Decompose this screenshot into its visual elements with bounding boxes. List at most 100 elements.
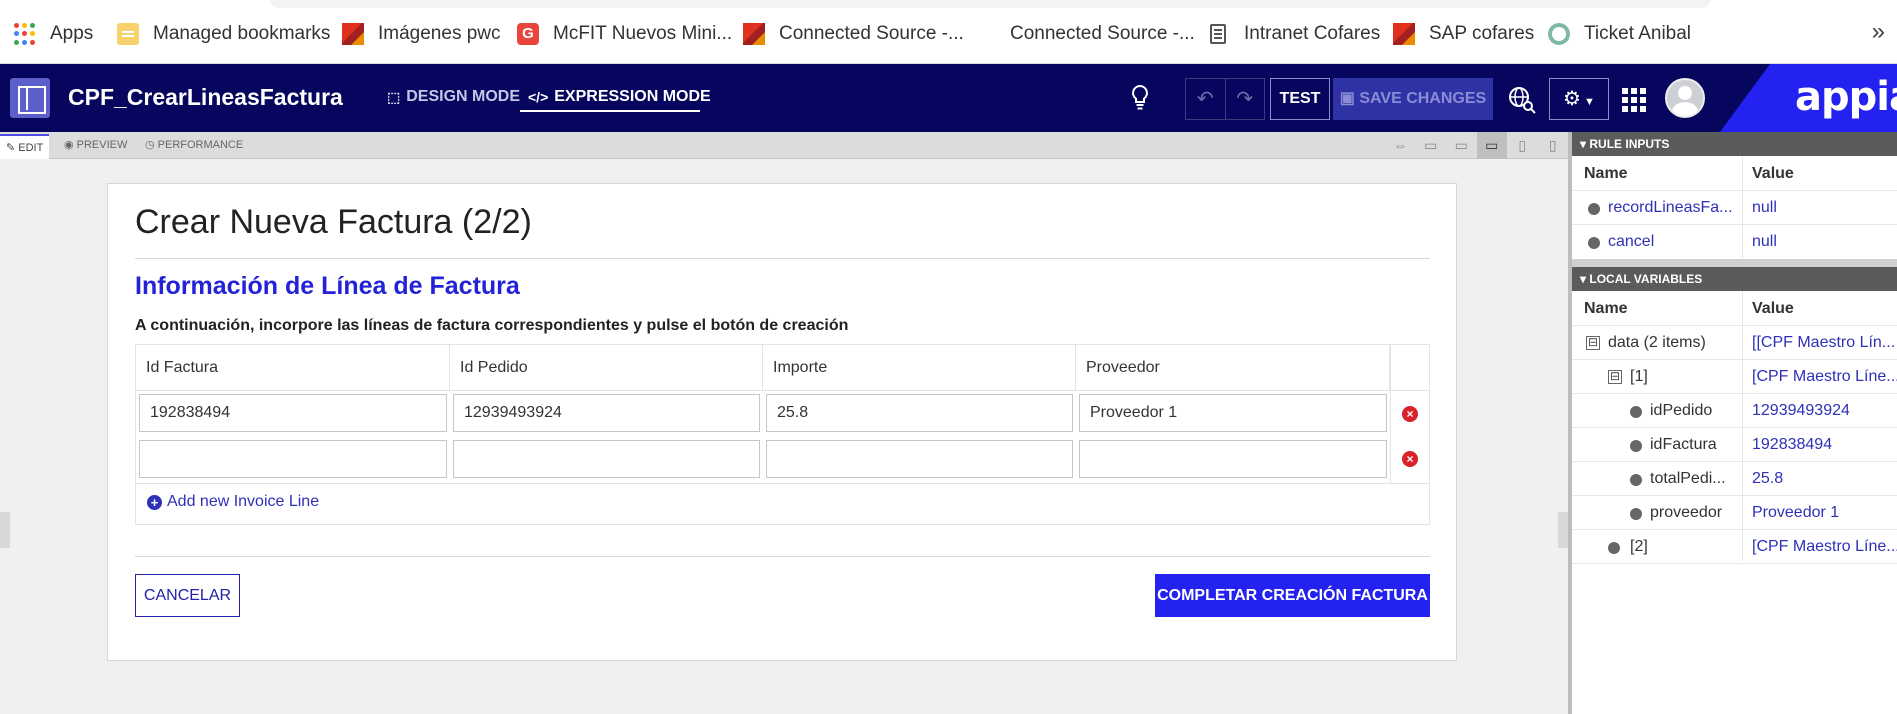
bullet-icon <box>1630 440 1642 452</box>
remove-row-icon[interactable]: × <box>1402 406 1418 422</box>
importe-field[interactable] <box>766 440 1073 478</box>
test-button[interactable]: TEST <box>1270 78 1330 120</box>
bookmark-managed[interactable]: Managed bookmarks <box>117 22 330 46</box>
collapse-icon[interactable]: ⊟ <box>1586 336 1600 350</box>
pwc-icon <box>743 23 765 45</box>
bookmark-label: Connected Source -... <box>779 23 964 44</box>
desktop-icon[interactable]: ▭ <box>1446 132 1477 159</box>
variable-value[interactable]: [CPF Maestro Líne... <box>1752 538 1897 556</box>
tab-preview[interactable]: ◉ PREVIEW <box>64 138 127 151</box>
rule-input-value[interactable]: null <box>1752 233 1777 251</box>
section-splitter[interactable] <box>1572 259 1897 267</box>
id-factura-field[interactable]: 192838494 <box>139 394 447 432</box>
local-variable-row: totalPedi... 25.8 <box>1572 461 1897 495</box>
appian-logo: appian <box>1795 74 1897 120</box>
variable-name: proveedor <box>1650 504 1723 521</box>
grid-divider <box>136 483 1429 484</box>
tablet-icon[interactable]: ▯ <box>1507 132 1538 159</box>
bookmark-imagenes-pwc[interactable]: Imágenes pwc <box>342 22 501 46</box>
variable-value[interactable]: 12939493924 <box>1752 402 1850 420</box>
address-bar-edge <box>270 0 1710 8</box>
add-invoice-line-link[interactable]: + Add new Invoice Line <box>147 493 319 511</box>
caret-down-icon: ▼ <box>1580 96 1595 108</box>
add-invoice-line-label: Add new Invoice Line <box>167 493 320 510</box>
bookmark-ticket-anibal[interactable]: Ticket Anibal <box>1548 22 1691 46</box>
user-avatar[interactable] <box>1665 78 1705 118</box>
expression-mode-label: EXPRESSION MODE <box>554 88 711 105</box>
bookmark-apps[interactable]: Apps <box>14 22 93 46</box>
proveedor-field[interactable]: Proveedor 1 <box>1079 394 1387 432</box>
variable-value[interactable]: [[CPF Maestro Lín... <box>1752 334 1895 352</box>
bookmark-label: Managed bookmarks <box>153 23 331 44</box>
bookmark-intranet-cofares[interactable]: Intranet Cofares <box>1210 22 1380 46</box>
undo-icon[interactable]: ↶ <box>1186 79 1225 119</box>
collapse-icon[interactable]: ⊟ <box>1608 370 1622 384</box>
laptop-icon[interactable]: ▭ <box>1476 132 1507 159</box>
app-launcher-icon[interactable] <box>1622 88 1646 112</box>
bookmarks-bar: Apps Managed bookmarks Imágenes pwc G Mc… <box>0 0 1897 64</box>
bullet-icon <box>1588 237 1600 249</box>
bookmark-label: Apps <box>50 23 94 44</box>
variable-value[interactable]: [CPF Maestro Líne... <box>1752 368 1897 386</box>
local-variable-row: proveedor Proveedor 1 <box>1572 495 1897 529</box>
bookmark-label: Imágenes pwc <box>378 23 501 44</box>
design-mode-tab[interactable]: ⬚ DESIGN MODE <box>387 88 520 106</box>
importe-field[interactable]: 25.8 <box>766 394 1073 432</box>
bookmark-mcfit[interactable]: G McFIT Nuevos Mini... <box>517 22 732 46</box>
rule-input-name[interactable]: cancel <box>1608 233 1738 251</box>
variable-value[interactable]: 192838494 <box>1752 436 1832 454</box>
form-title: Crear Nueva Factura (2/2) <box>135 203 532 241</box>
design-mode-label: DESIGN MODE <box>406 88 521 105</box>
left-panel-toggle[interactable] <box>0 512 10 548</box>
variable-value[interactable]: Proveedor 1 <box>1752 504 1839 522</box>
redo-icon[interactable]: ↷ <box>1224 79 1265 119</box>
right-panel-toggle[interactable] <box>1558 512 1568 548</box>
gear-icon: ⚙ <box>1563 88 1581 110</box>
expression-mode-tab[interactable]: </> EXPRESSION MODE <box>528 88 711 106</box>
id-factura-field[interactable] <box>139 440 447 478</box>
lightbulb-icon[interactable] <box>1130 84 1150 112</box>
device-preview-toggles: ⇔ ▭ ▭ ▭ ▯ ▯ <box>1385 132 1568 159</box>
id-pedido-field[interactable] <box>453 440 760 478</box>
name-column-header: Name <box>1584 300 1628 317</box>
variable-name: totalPedi... <box>1650 470 1726 487</box>
rule-input-value[interactable]: null <box>1752 199 1777 217</box>
tab-edit[interactable]: ✎ EDIT <box>0 134 50 159</box>
phone-icon[interactable]: ▯ <box>1538 132 1569 159</box>
local-variables-header[interactable]: ▾ LOCAL VARIABLES <box>1572 267 1897 291</box>
document-icon <box>1210 24 1226 44</box>
tab-edit-label: EDIT <box>18 142 44 154</box>
bookmark-connected-source-1[interactable]: Connected Source -... <box>743 22 964 46</box>
tab-performance[interactable]: ◷ PERFORMANCE <box>145 138 243 151</box>
name-column-header: Name <box>1584 165 1628 182</box>
fit-width-icon[interactable]: ⇔ <box>1385 132 1416 159</box>
bullet-icon <box>1630 406 1642 418</box>
rule-inputs-header[interactable]: ▾ RULE INPUTS <box>1572 132 1897 156</box>
local-variable-row: [2] [CPF Maestro Líne... <box>1572 529 1897 563</box>
local-variables-title: LOCAL VARIABLES <box>1589 272 1703 286</box>
column-header: Importe <box>763 345 1076 391</box>
save-changes-button[interactable]: ▣ SAVE CHANGES <box>1333 78 1493 120</box>
variable-name: idPedido <box>1650 402 1713 419</box>
rule-input-name[interactable]: recordLineasFa... <box>1608 199 1738 217</box>
variable-value[interactable]: 25.8 <box>1752 470 1783 488</box>
settings-menu-button[interactable]: ⚙ ▼ <box>1549 78 1609 120</box>
globe-search-icon[interactable] <box>1508 86 1536 114</box>
column-header: Proveedor <box>1076 345 1390 391</box>
id-pedido-field[interactable]: 12939493924 <box>453 394 760 432</box>
cancel-button[interactable]: CANCELAR <box>135 574 240 617</box>
cursor-icon: ⬚ <box>387 88 401 105</box>
pwc-icon <box>342 23 364 45</box>
bookmark-sap-cofares[interactable]: SAP cofares <box>1393 22 1534 46</box>
rule-input-row: cancel null <box>1572 224 1897 258</box>
more-bookmarks-icon[interactable]: » <box>1872 18 1885 46</box>
interface-title: CPF_CrearLineasFactura <box>68 84 343 110</box>
bookmark-connected-source-2[interactable]: Connected Source -... <box>1010 22 1195 46</box>
wide-desktop-icon[interactable]: ▭ <box>1416 132 1447 159</box>
proveedor-field[interactable] <box>1079 440 1387 478</box>
complete-invoice-button[interactable]: COMPLETAR CREACIÓN FACTURA <box>1155 574 1430 617</box>
remove-row-icon[interactable]: × <box>1402 451 1418 467</box>
section-title: Información de Línea de Factura <box>135 272 520 300</box>
local-variable-row: ⊟ data (2 items) [[CPF Maestro Lín... <box>1572 325 1897 359</box>
variable-name: idFactura <box>1650 436 1717 453</box>
